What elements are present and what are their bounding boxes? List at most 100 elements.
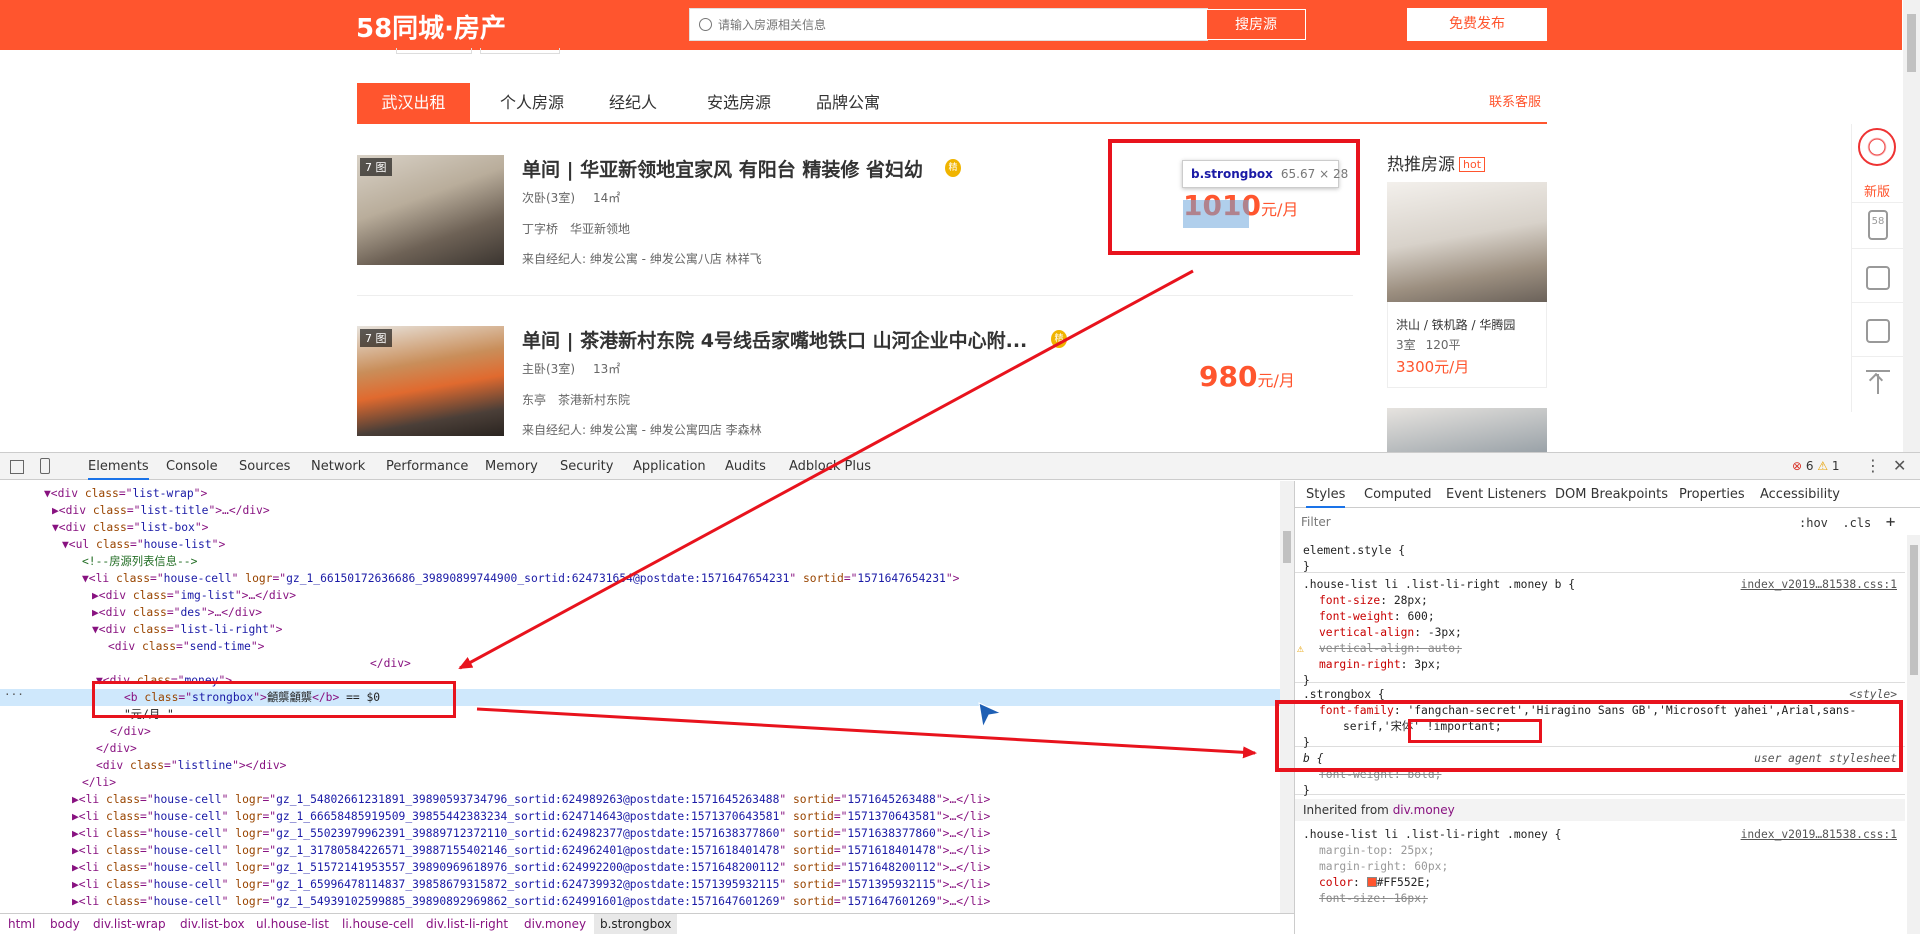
breadcrumb-item[interactable]: div.money <box>524 914 586 934</box>
dom-node[interactable]: ▶<li class="house-cell" logr="gz_1_55023… <box>72 825 990 842</box>
tab-memory[interactable]: Memory <box>485 453 538 480</box>
dom-node[interactable]: </div> <box>370 655 411 672</box>
dom-node[interactable]: ▶<li class="house-cell" logr="gz_1_66658… <box>72 808 990 825</box>
add-rule-icon[interactable]: + <box>1886 512 1896 531</box>
dom-node[interactable]: ▶<li class="house-cell" logr="gz_1_31780… <box>72 842 990 859</box>
tab-accessibility[interactable]: Accessibility <box>1760 481 1840 508</box>
tab-performance[interactable]: Performance <box>386 453 468 480</box>
breadcrumb-item[interactable]: ul.house-list <box>256 914 329 934</box>
listing-title[interactable]: 单间 | 茶港新村东院 4号线岳家嘴地铁口 山河企业中心附... <box>522 326 1027 353</box>
tab-personal[interactable]: 个人房源 <box>487 83 577 122</box>
tab-wuhan-rent[interactable]: 武汉出租 <box>357 83 470 122</box>
chat-robot-icon[interactable] <box>1866 319 1890 343</box>
money-b-rule[interactable]: index_v2019…81538.css:1 .house-list li .l… <box>1295 573 1905 687</box>
dom-node[interactable]: ▶<li class="house-cell" logr="gz_1_51572… <box>72 859 990 876</box>
tab-properties[interactable]: Properties <box>1679 481 1745 508</box>
back-to-top-icon[interactable] <box>1866 370 1890 394</box>
tab-adblock-plus[interactable]: Adblock Plus <box>789 453 871 480</box>
cursor-icon <box>978 702 1003 729</box>
tab-styles[interactable]: Styles <box>1306 481 1346 508</box>
stylesheet-link[interactable]: index_v2019…81538.css:1 <box>1741 827 1897 843</box>
listing-community[interactable]: 茶港新村东院 <box>558 393 630 407</box>
new-version-link[interactable]: 新版 <box>1864 181 1890 200</box>
hov-toggle[interactable]: :hov <box>1799 516 1828 530</box>
dom-node[interactable]: </div> <box>110 723 151 740</box>
breadcrumb-item[interactable]: body <box>50 914 80 934</box>
tab-computed[interactable]: Computed <box>1364 481 1432 508</box>
dom-node[interactable]: ▶<li class="house-cell" logr="gz_1_54939… <box>72 893 990 910</box>
stylesheet-link[interactable]: index_v2019…81538.css:1 <box>1741 577 1897 593</box>
page-scrollbar[interactable] <box>1903 0 1920 452</box>
search-input[interactable] <box>718 15 1188 35</box>
dom-node[interactable]: ▼<li class="house-cell" logr="gz_1_66150… <box>82 570 959 587</box>
annotation-box-price <box>1108 139 1360 255</box>
listing-community[interactable]: 华亚新领地 <box>570 222 630 236</box>
breadcrumb-item[interactable]: div.list-li-right <box>426 914 508 934</box>
styles-filter-input[interactable]: Filter <box>1301 509 1785 535</box>
tab-event-listeners[interactable]: Event Listeners <box>1446 481 1546 508</box>
search-box[interactable] <box>689 8 1208 41</box>
dom-node[interactable]: ▶<li class="house-cell" logr="gz_1_54802… <box>72 791 990 808</box>
tab-sources[interactable]: Sources <box>239 453 290 480</box>
tab-application[interactable]: Application <box>633 453 706 480</box>
hot-listing-photo[interactable] <box>1387 182 1547 302</box>
css-prop: font-size: 16px; <box>1319 892 1428 905</box>
feedback-icon[interactable] <box>1866 266 1890 290</box>
inspect-element-icon[interactable] <box>10 460 24 474</box>
qr-code-icon[interactable] <box>1858 128 1896 166</box>
tab-network[interactable]: Network <box>311 453 365 480</box>
tab-security[interactable]: Security <box>560 453 613 480</box>
more-options-icon[interactable]: ⋮ <box>1865 456 1881 475</box>
tab-audits[interactable]: Audits <box>725 453 766 480</box>
mobile-app-icon[interactable]: 58 <box>1868 210 1888 240</box>
site-logo[interactable]: 58同城·房产 <box>356 8 506 45</box>
tab-agent[interactable]: 经纪人 <box>593 83 673 122</box>
breadcrumb-item[interactable]: html <box>8 914 35 934</box>
tab-elements[interactable]: Elements <box>88 453 149 480</box>
dom-node[interactable]: </li> <box>82 774 116 791</box>
money-rule[interactable]: index_v2019…81538.css:1 .house-list li .l… <box>1295 823 1905 934</box>
device-toolbar-icon[interactable] <box>40 458 50 474</box>
listing-title[interactable]: 单间 | 华亚新领地宜家风 有阳台 精装修 省妇幼 <box>522 155 923 182</box>
photo-count: 7 图 <box>360 329 392 347</box>
color-swatch[interactable] <box>1366 877 1377 887</box>
listing-agent: 来自经纪人: 绅发公寓 - 绅发公寓八店 林祥飞 <box>522 252 762 266</box>
error-warning-counter[interactable]: ⊗ 6 ⚠ 1 <box>1792 453 1840 480</box>
dom-node[interactable]: ▶<div class="des">…</div> <box>92 604 262 621</box>
breadcrumb-item[interactable]: div.list-wrap <box>93 914 166 934</box>
styles-scrollbar[interactable] <box>1907 535 1920 934</box>
breadcrumb-item[interactable]: b.strongbox <box>594 914 678 934</box>
tab-verified[interactable]: 安选房源 <box>695 83 783 122</box>
dom-node[interactable]: <div class="listline"></div> <box>96 757 286 774</box>
hot-listing-photo[interactable] <box>1387 408 1547 452</box>
dom-node[interactable]: </div> <box>96 740 137 757</box>
dom-node[interactable]: ▶<div class="img-list">…</div> <box>92 587 296 604</box>
publish-button[interactable]: 免费发布 <box>1407 8 1547 41</box>
dom-node[interactable]: ▼<div class="list-box"> <box>52 519 208 536</box>
divider <box>1852 248 1903 249</box>
cls-toggle[interactable]: .cls <box>1842 516 1871 530</box>
dom-node[interactable]: ▼<ul class="house-list"> <box>62 536 225 553</box>
tree-scrollbar[interactable] <box>1280 481 1294 913</box>
tab-dom-breakpoints[interactable]: DOM Breakpoints <box>1555 481 1668 508</box>
tab-brand-apartment[interactable]: 品牌公寓 <box>803 83 893 122</box>
dom-node[interactable]: ▶<div class="list-title">…</div> <box>52 502 270 519</box>
breadcrumb-item[interactable]: li.house-cell <box>342 914 414 934</box>
tab-console[interactable]: Console <box>166 453 218 480</box>
breadcrumb-item[interactable]: div.list-box <box>180 914 245 934</box>
dom-node[interactable]: ▼<div class="list-wrap"> <box>44 485 207 502</box>
element-style-rule[interactable]: element.style { } <box>1295 539 1905 573</box>
contact-service-link[interactable]: 联系客服 <box>1489 83 1541 122</box>
dom-node[interactable]: <div class="send-time"> <box>108 638 264 655</box>
hot-tag: hot <box>1459 157 1486 172</box>
search-button[interactable]: 搜房源 <box>1206 9 1306 40</box>
search-icon <box>699 18 712 31</box>
close-icon[interactable]: ✕ <box>1893 456 1906 475</box>
listing-photo[interactable]: 7 图 <box>357 155 504 265</box>
dom-node[interactable]: ▶<li class="house-cell" logr="gz_1_65996… <box>72 876 990 893</box>
hot-listing-info[interactable]: 洪山 / 铁机路 / 华腾园 3室 120平 3300元/月 <box>1387 302 1547 388</box>
dom-node[interactable]: ▼<div class="list-li-right"> <box>92 621 282 638</box>
dom-node[interactable]: <!--房源列表信息--> <box>82 553 197 570</box>
styles-toolbar: :hov .cls + <box>1799 509 1895 536</box>
listing-photo[interactable]: 7 图 <box>357 326 504 436</box>
